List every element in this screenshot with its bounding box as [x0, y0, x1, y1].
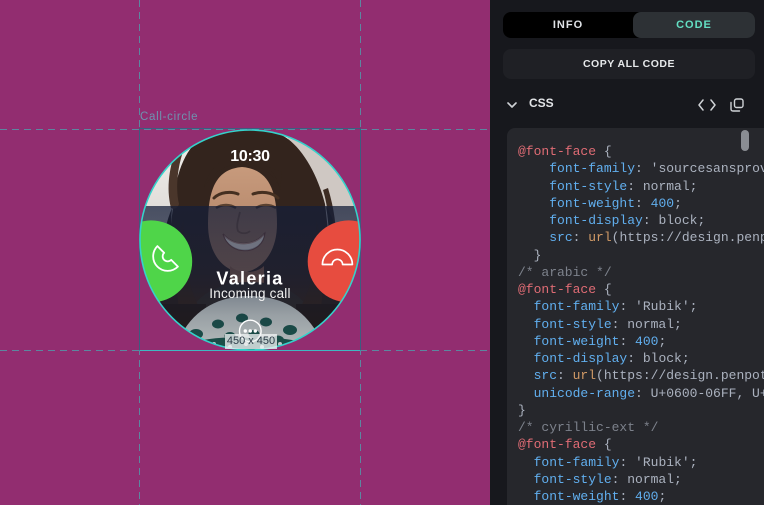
- svg-text:Incoming call: Incoming call: [209, 286, 290, 301]
- svg-text:10:30: 10:30: [230, 148, 270, 165]
